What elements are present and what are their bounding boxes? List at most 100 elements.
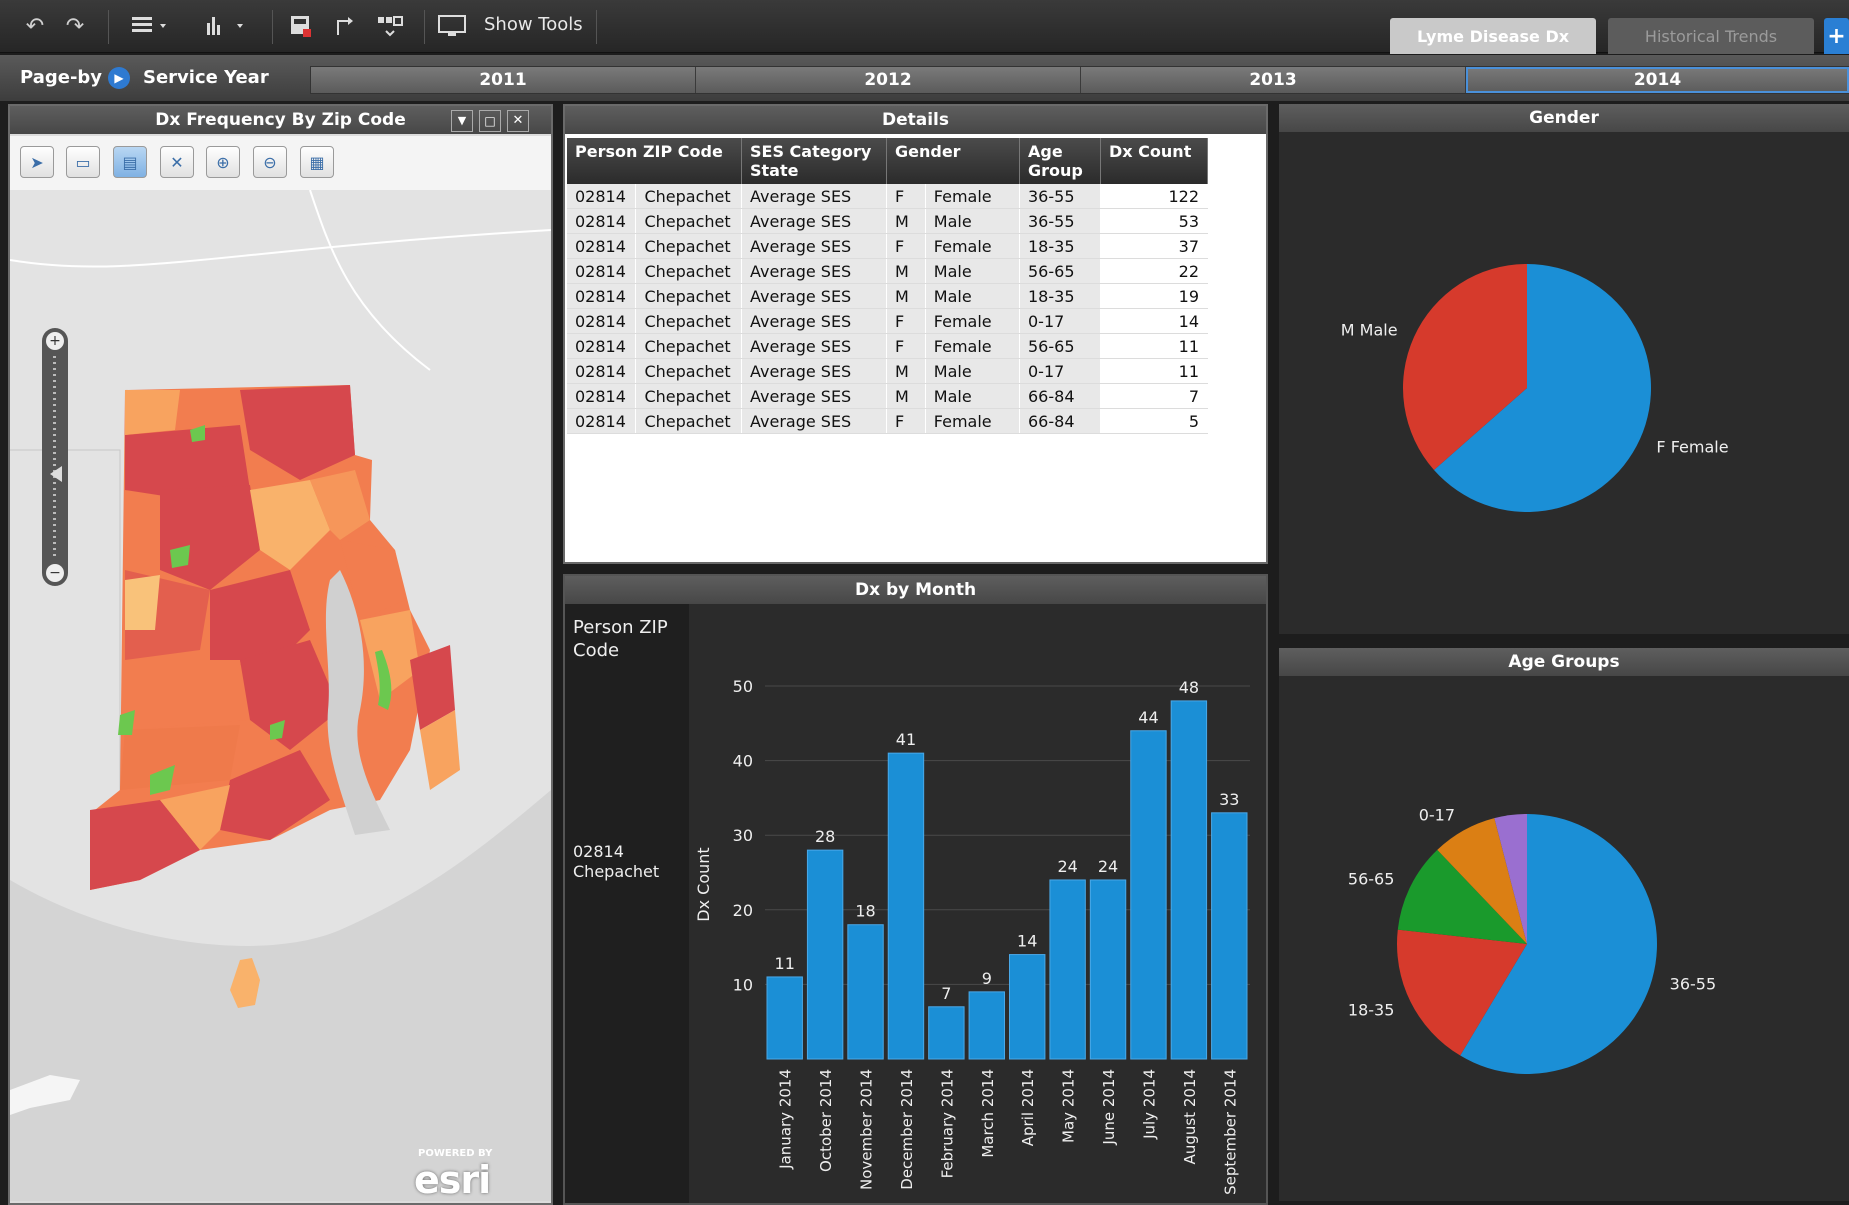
ses-cell: Average SES [741,308,887,334]
year-option[interactable]: 2011 [311,67,696,93]
choropleth-map[interactable] [10,190,551,1201]
gender-code-cell: M [886,258,926,284]
zoom-in-icon[interactable]: + [46,332,64,350]
grid-view-menu-icon[interactable] [122,12,180,40]
bar[interactable] [887,752,925,1060]
tab-lyme-disease-dx[interactable]: Lyme Disease Dx [1390,18,1596,54]
bar-value-label: 11 [775,954,795,973]
ses-cell: Average SES [741,184,887,209]
select-pointer-icon[interactable]: ➤ [20,146,54,178]
gender-code-cell: M [886,358,926,384]
map-panel: Dx Frequency By Zip Code ▼ □ ✕ ➤ ▭ ▤ ✕ ⊕… [8,104,553,1205]
bar[interactable] [968,991,1006,1060]
layout-icon[interactable] [374,12,408,40]
show-tools-button[interactable]: Show Tools [484,14,583,35]
row-header-label: Person ZIP Code [573,617,668,661]
zoom-handle-icon[interactable] [50,466,62,482]
year-option[interactable]: 2013 [1081,67,1466,93]
bar[interactable] [1089,879,1127,1060]
pie-slice-label: 56-65 [1348,869,1395,888]
age-cell: 66-84 [1019,383,1101,409]
zoom-out-icon[interactable]: − [46,564,64,582]
clear-selection-icon[interactable]: ✕ [160,146,194,178]
bar[interactable] [1211,812,1248,1060]
table-row[interactable]: 02814 Chepachet Average SES F Female 56-65 11 [567,333,1208,359]
year-option[interactable]: 2012 [696,67,1081,93]
bar[interactable] [928,1006,965,1060]
table-row[interactable]: 02814 Chepachet Average SES F Female 18-35 37 [567,233,1208,259]
col-header-gender[interactable]: Gender [886,138,1020,184]
play-icon[interactable]: ▶ [108,67,130,89]
zip-cell: 02814 [567,333,637,359]
pie-slice-label: 0-17 [1419,806,1455,825]
add-tab-button[interactable]: + [1824,18,1849,54]
esri-logo: esri [414,1158,491,1202]
table-row[interactable]: 02814 Chepachet Average SES M Male 0-17 11 [567,358,1208,384]
zip-cell: 02814 [567,208,637,234]
info-window-icon[interactable]: ▤ [113,146,147,178]
gender-cell: Female [925,233,1021,259]
table-row[interactable]: 02814 Chepachet Average SES M Male 56-65 22 [567,258,1208,284]
year-option-selected[interactable]: 2014 [1466,67,1849,93]
toolbar-divider [424,10,425,44]
x-tick-label: November 2014 [858,1069,876,1190]
gender-code-cell: F [886,233,926,259]
redo-icon[interactable]: ↷ [58,12,92,40]
row-header-column: Person ZIP Code 02814 Chepachet [565,604,689,1203]
age-groups-pie-chart: 36-55 18-35 56-65 0-17 [1348,806,1716,1074]
table-row[interactable]: 02814 Chepachet Average SES F Female 36-55 122 [567,184,1208,209]
bar[interactable] [1009,954,1046,1060]
monitor-icon[interactable] [434,12,470,40]
tab-historical-trends[interactable]: Historical Trends [1608,18,1814,54]
row-header-value: 02814 Chepachet [573,842,660,881]
bar-value-label: 24 [1057,857,1077,876]
table-row[interactable]: 02814 Chepachet Average SES F Female 0-17 14 [567,308,1208,334]
bar[interactable] [1049,879,1086,1060]
table-row[interactable]: 02814 Chepachet Average SES M Male 66-84 7 [567,383,1208,409]
bar[interactable] [1170,700,1208,1060]
add-layer-icon[interactable]: ⊕ [206,146,240,178]
undo-icon[interactable]: ↶ [18,12,52,40]
bar-value-label: 14 [1017,932,1037,951]
count-cell: 22 [1100,258,1208,284]
table-row[interactable]: 02814 Chepachet Average SES M Male 36-55 53 [567,208,1208,234]
table-header-row: Person ZIP Code SES Category State Gende… [567,138,1208,184]
ses-cell: Average SES [741,283,887,309]
col-header-age[interactable]: Age Group [1019,138,1101,184]
bar[interactable] [847,924,884,1060]
col-header-zip[interactable]: Person ZIP Code [567,138,742,184]
table-row[interactable]: 02814 Chepachet Average SES F Female 66-84 5 [567,408,1208,434]
gender-code-cell: F [886,408,926,434]
bar-value-label: 41 [896,730,916,749]
gender-code-cell: F [886,184,926,209]
dropdown-icon[interactable]: ▼ [451,110,473,132]
age-cell: 0-17 [1019,358,1101,384]
zip-cell: 02814 [567,308,637,334]
zoom-slider[interactable]: + − [42,328,68,586]
rectangle-select-icon[interactable]: ▭ [66,146,100,178]
insert-panel-icon[interactable] [286,12,316,40]
main-toolbar: ↶ ↷ Show Tools Lyme Disease Dx Historica… [0,0,1849,54]
col-header-count[interactable]: Dx Count [1100,138,1208,184]
ses-cell: Average SES [741,233,887,259]
city-cell: Chepachet [635,308,742,334]
swap-axes-icon[interactable] [330,12,360,40]
count-cell: 5 [1100,408,1208,434]
remove-layer-icon[interactable]: ⊖ [253,146,287,178]
maximize-icon[interactable]: □ [479,110,501,132]
ses-cell: Average SES [741,358,887,384]
bar-value-label: 9 [982,969,992,988]
city-cell: Chepachet [635,233,742,259]
col-header-ses[interactable]: SES Category State [741,138,887,184]
grid-table-icon[interactable]: ▦ [300,146,334,178]
city-cell: Chepachet [635,184,742,209]
city-cell: Chepachet [635,383,742,409]
ses-cell: Average SES [741,208,887,234]
bar[interactable] [1130,730,1167,1060]
bar[interactable] [766,976,803,1060]
table-row[interactable]: 02814 Chepachet Average SES M Male 18-35 19 [567,283,1208,309]
bar[interactable] [806,849,844,1060]
age-cell: 36-55 [1019,184,1101,209]
graph-view-menu-icon[interactable] [196,12,256,40]
close-icon[interactable]: ✕ [507,110,529,132]
